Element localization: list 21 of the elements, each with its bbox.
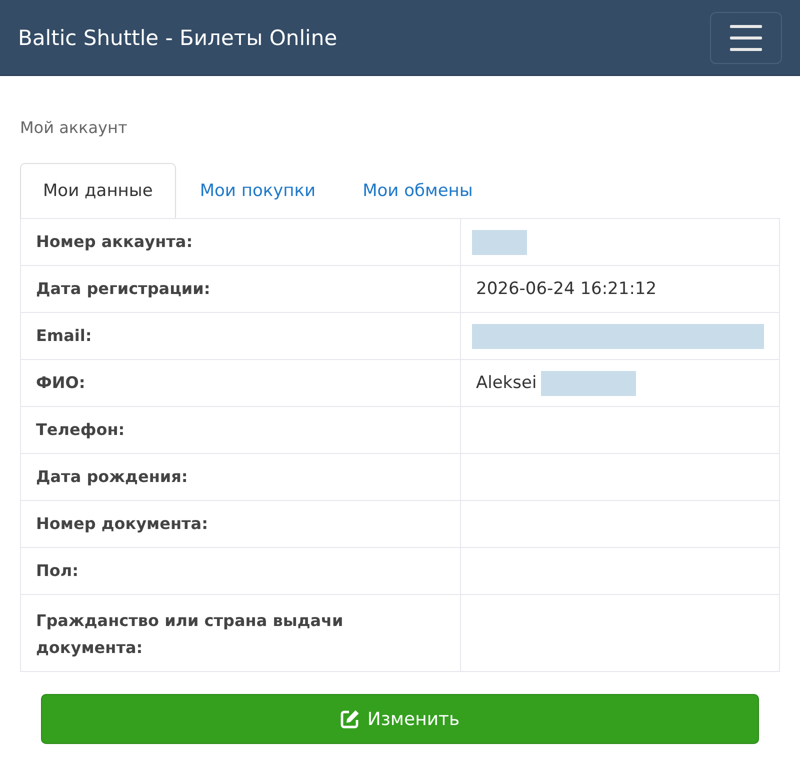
menu-button[interactable] — [710, 12, 782, 64]
field-label: ФИО: — [20, 360, 460, 406]
field-label: Email: — [20, 312, 460, 360]
menu-icon — [730, 24, 762, 50]
redaction-block — [472, 230, 527, 254]
field-label: Дата рождения: — [20, 454, 460, 500]
field-label: Гражданство или страна выдачи документа: — [20, 594, 460, 672]
tab[interactable]: Мои покупки — [176, 163, 339, 218]
field-value: Aleksei — [476, 372, 537, 394]
tab[interactable]: Мои обмены — [340, 163, 496, 218]
tab[interactable]: Мои данные — [20, 163, 176, 218]
field-label: Телефон: — [20, 406, 460, 454]
field-label: Дата регистрации: — [20, 266, 460, 312]
site-title[interactable]: Baltic Shuttle - Билеты Online — [18, 26, 338, 50]
field-value: 2026-06-24 16:21:12 — [476, 278, 657, 300]
edit-button[interactable]: Изменить — [41, 694, 759, 744]
edit-icon — [340, 709, 360, 729]
page-heading: Мой аккаунт — [20, 117, 128, 139]
field-label: Номер аккаунта: — [20, 218, 460, 266]
field-label: Номер документа: — [20, 500, 460, 548]
field-label: Пол: — [20, 548, 460, 594]
